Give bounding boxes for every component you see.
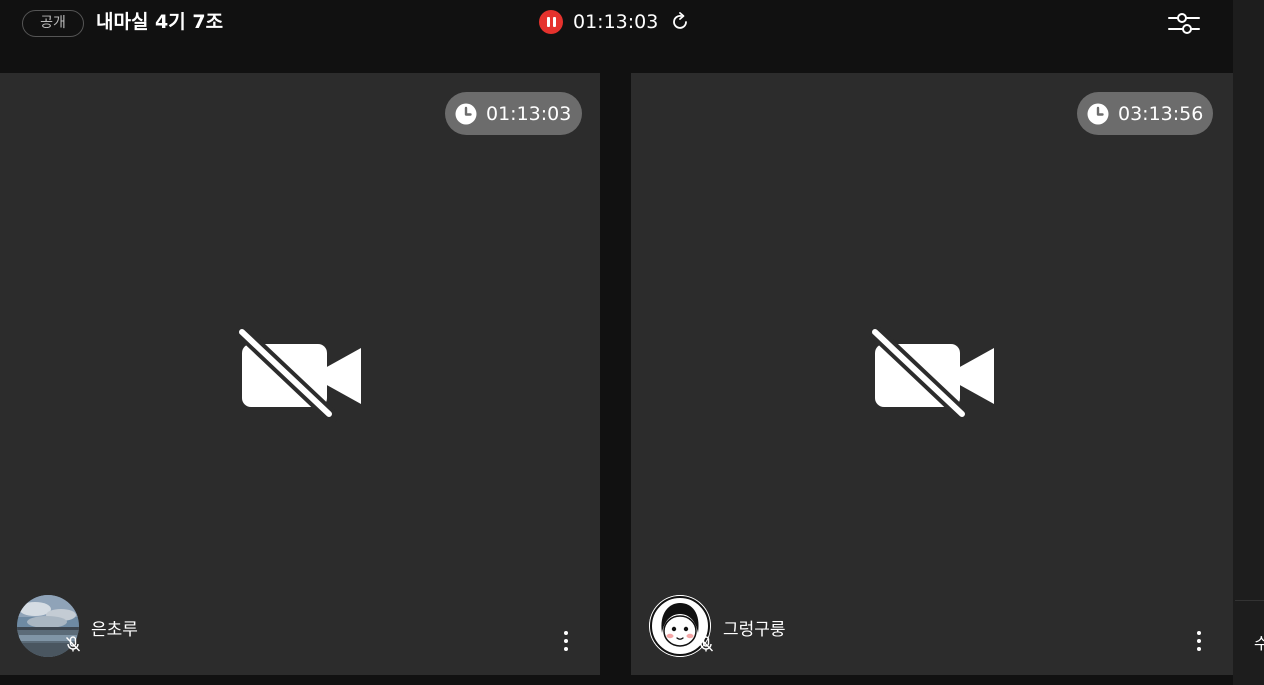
- pause-button[interactable]: [539, 10, 563, 34]
- pause-icon-bar: [552, 17, 556, 27]
- refresh-icon: [673, 12, 688, 29]
- top-bar: 공개 내마실 4기 7조 01:13:03: [0, 0, 1233, 73]
- settings-sliders-icon: [1168, 13, 1200, 34]
- more-dot: [564, 639, 568, 643]
- room-title: 내마실 4기 7조: [96, 11, 224, 33]
- more-dot: [1197, 647, 1201, 651]
- more-dot: [1197, 639, 1201, 643]
- participant-name: 그렁구룽: [723, 620, 786, 640]
- participant-timer: 01:13:03: [486, 102, 572, 125]
- participant-name: 은초루: [91, 620, 138, 640]
- study-timer-group: 01:13:03: [539, 9, 692, 35]
- more-dot: [564, 647, 568, 651]
- more-vertical-icon: [564, 631, 568, 635]
- study-timer: 01:13:03: [573, 11, 659, 33]
- side-panel-divider: [1235, 600, 1264, 601]
- pause-icon: [546, 17, 550, 27]
- side-panel: [1233, 0, 1264, 685]
- participant-tile[interactable]: 01:13:03 은초루: [0, 73, 600, 675]
- clock-icon: [1087, 103, 1109, 124]
- camera-off-icon: [868, 326, 994, 423]
- clock-icon: [455, 103, 477, 124]
- refresh-button[interactable]: [670, 11, 692, 33]
- participant-tile[interactable]: 03:13:56 그렁구룽: [631, 73, 1233, 675]
- study-room-app: 공개 내마실 4기 7조 01:13:03 01:13:03 은초루 03:13…: [0, 0, 1264, 685]
- bottom-strip: [0, 675, 1233, 685]
- more-options-button[interactable]: [556, 628, 576, 654]
- settings-button[interactable]: [1166, 8, 1202, 38]
- more-vertical-icon: [1197, 631, 1201, 635]
- more-options-button[interactable]: [1189, 628, 1209, 654]
- mic-off-icon: [65, 636, 81, 652]
- side-panel-text[interactable]: 수: [1254, 630, 1264, 654]
- mic-off-icon: [698, 636, 714, 652]
- participant-timer-pill: 01:13:03: [445, 92, 582, 135]
- camera-off-icon: [235, 326, 361, 423]
- participant-timer: 03:13:56: [1118, 102, 1204, 125]
- participant-timer-pill: 03:13:56: [1077, 92, 1213, 135]
- visibility-badge: 공개: [22, 10, 84, 37]
